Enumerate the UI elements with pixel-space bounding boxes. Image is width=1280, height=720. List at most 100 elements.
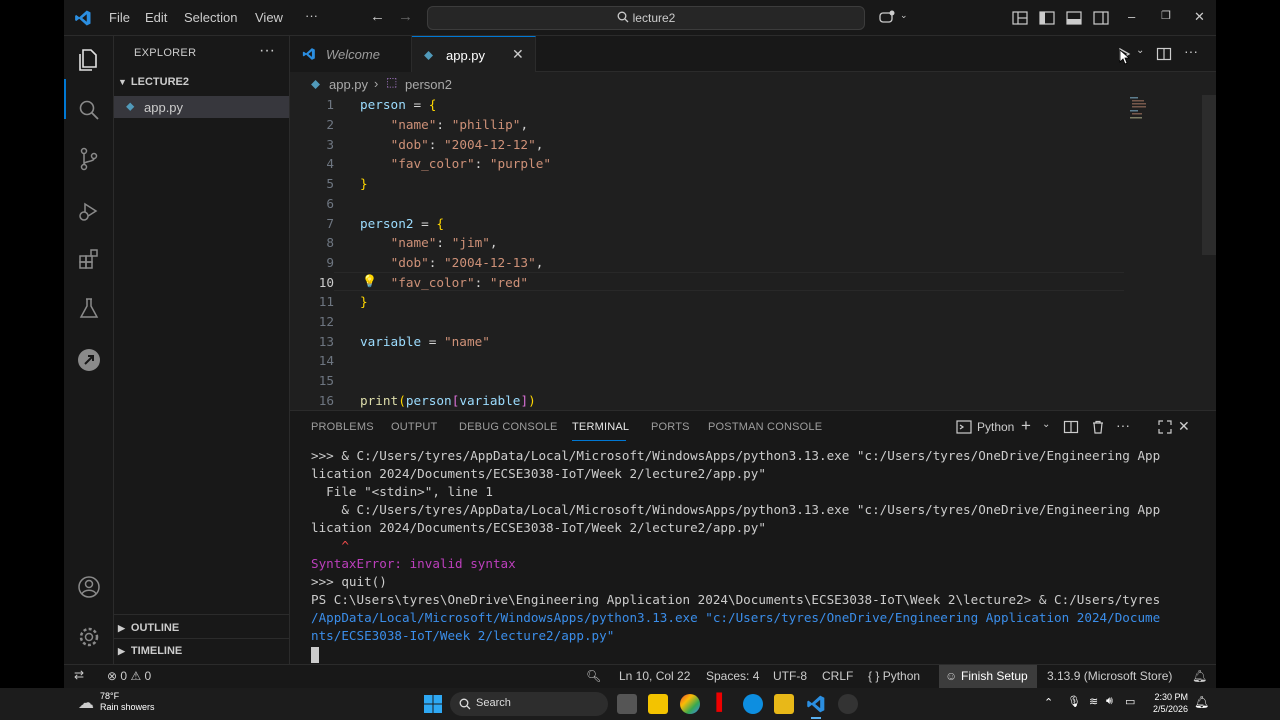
remote-icon[interactable]: ⇄ xyxy=(74,668,84,682)
command-center-search[interactable]: lecture2 xyxy=(427,6,865,30)
more-actions-icon[interactable]: ··· xyxy=(1184,43,1198,59)
split-editor-icon[interactable] xyxy=(1156,46,1172,62)
tab-app-py[interactable]: ⬥ app.py ✕ xyxy=(412,36,536,72)
tab-postman-console[interactable]: POSTMAN CONSOLE xyxy=(708,421,822,433)
file-app-py[interactable]: ⬥ app.py xyxy=(114,96,289,118)
error-count: 0 xyxy=(120,669,128,683)
code-line: } xyxy=(360,176,368,191)
line-number: 12 xyxy=(318,314,334,329)
folder-lecture2[interactable]: ▼ LECTURE2 xyxy=(118,76,189,88)
tab-ports[interactable]: PORTS xyxy=(651,421,690,433)
back-arrow-icon[interactable]: ← xyxy=(370,8,385,25)
notifications-bell-icon[interactable]: 🔔︎ xyxy=(1194,695,1209,709)
gear-icon[interactable] xyxy=(76,624,102,650)
explorer-icon[interactable] xyxy=(76,47,102,73)
line-ending[interactable]: CRLF xyxy=(822,669,853,683)
tab-terminal[interactable]: TERMINAL xyxy=(572,421,629,433)
variable-symbol-icon: ⬚ xyxy=(386,75,398,89)
copilot-icon[interactable] xyxy=(878,9,896,27)
indentation[interactable]: Spaces: 4 xyxy=(706,669,759,683)
timeline-section[interactable]: ▶ TIMELINE xyxy=(118,645,182,657)
terminal-line: >>> & C:/Users/tyres/AppData/Local/Micro… xyxy=(311,448,1161,463)
maximize-panel-icon[interactable] xyxy=(1157,419,1173,435)
chevron-down-icon[interactable]: ⌄ xyxy=(900,10,918,28)
problems-indicator[interactable]: ⊗ 0 ⚠ 0 xyxy=(107,669,151,683)
folder-icon[interactable] xyxy=(774,694,794,714)
zoom-icon[interactable]: 🔍︎ xyxy=(586,669,601,683)
breadcrumb-symbol[interactable]: person2 xyxy=(405,77,452,92)
menu-view[interactable]: View xyxy=(255,10,283,25)
more-actions-icon[interactable]: ··· xyxy=(259,42,275,60)
chrome-icon[interactable] xyxy=(680,694,700,714)
toggle-panel-icon[interactable] xyxy=(1065,9,1083,27)
notifications-bell-icon[interactable]: 🔔︎ xyxy=(1192,669,1207,683)
breadcrumb-file[interactable]: app.py xyxy=(329,77,368,92)
minimize-icon[interactable]: – xyxy=(1128,9,1135,24)
close-window-icon[interactable]: ✕ xyxy=(1194,9,1205,25)
more-actions-icon[interactable]: ··· xyxy=(1116,417,1130,433)
weather-widget[interactable]: 78°F Rain showers xyxy=(100,691,155,713)
task-view-icon[interactable] xyxy=(617,694,637,714)
close-tab-icon[interactable]: ✕ xyxy=(512,46,524,63)
minimap[interactable] xyxy=(1130,97,1148,119)
line-number: 6 xyxy=(326,196,334,211)
volume-icon[interactable]: 🔊︎ xyxy=(1106,695,1113,708)
trash-icon[interactable] xyxy=(1090,419,1106,435)
tab-output[interactable]: OUTPUT xyxy=(391,421,437,433)
code-editor[interactable]: 1 2 3 4 5 6 7 8 9 10 11 12 13 14 15 16 p… xyxy=(290,95,1216,410)
customize-layout-icon[interactable] xyxy=(1011,9,1029,27)
close-panel-icon[interactable]: ✕ xyxy=(1178,418,1190,435)
workspace-name: lecture2 xyxy=(632,11,676,25)
source-control-icon[interactable] xyxy=(76,146,102,172)
menu-file[interactable]: File xyxy=(109,10,130,25)
menu-edit[interactable]: Edit xyxy=(145,10,167,25)
toggle-sidebar-icon[interactable] xyxy=(1038,9,1056,27)
windows-start-icon[interactable] xyxy=(423,694,443,714)
system-clock[interactable]: 2:30 PM 2/5/2026 xyxy=(1146,691,1188,715)
testing-icon[interactable] xyxy=(76,296,102,322)
terminal-output[interactable]: >>> & C:/Users/tyres/AppData/Local/Micro… xyxy=(311,447,1206,663)
menu-selection[interactable]: Selection xyxy=(184,10,237,25)
run-debug-icon[interactable] xyxy=(76,198,102,224)
restore-icon[interactable]: ❐ xyxy=(1161,9,1171,22)
file-explorer-icon[interactable] xyxy=(648,694,668,714)
chevron-down-icon[interactable]: ⌄ xyxy=(1136,45,1144,56)
postman-icon[interactable] xyxy=(76,347,102,373)
taskbar-search[interactable]: Search xyxy=(450,692,608,716)
edge-icon[interactable] xyxy=(743,694,763,714)
wifi-icon[interactable]: ≋ xyxy=(1089,695,1098,708)
add-terminal-icon[interactable]: + xyxy=(1021,416,1031,436)
battery-icon[interactable]: ▭ xyxy=(1125,695,1135,708)
language-mode[interactable]: { } Python xyxy=(868,669,920,683)
outline-section[interactable]: ▶ OUTLINE xyxy=(118,622,179,634)
chevron-up-icon[interactable]: ⌃ xyxy=(1044,696,1053,709)
cursor-position[interactable]: Ln 10, Col 22 xyxy=(619,669,690,683)
tab-debug-console[interactable]: DEBUG CONSOLE xyxy=(459,421,558,433)
terminal-line: PS C:\Users\tyres\OneDrive\Engineering A… xyxy=(311,592,1161,607)
vscode-logo-icon xyxy=(302,48,315,60)
divider xyxy=(114,638,290,639)
toggle-secondary-sidebar-icon[interactable] xyxy=(1092,9,1110,27)
forward-arrow-icon[interactable]: → xyxy=(398,8,413,25)
search-icon[interactable] xyxy=(76,97,102,123)
app-icon[interactable]: ▌ xyxy=(712,694,732,714)
editor-scrollbar[interactable] xyxy=(1202,95,1216,255)
chevron-down-icon[interactable]: ⌄ xyxy=(1042,419,1050,430)
line-number: 1 xyxy=(326,97,334,112)
terminal-shell-name[interactable]: Python xyxy=(977,420,1014,434)
python-file-icon: ⬥ xyxy=(126,99,135,113)
finish-setup-button[interactable]: ☺ Finish Setup xyxy=(939,665,1037,688)
python-interpreter[interactable]: 3.13.9 (Microsoft Store) xyxy=(1047,669,1172,683)
vscode-taskbar-icon[interactable] xyxy=(806,694,826,714)
menu-more[interactable]: ··· xyxy=(305,8,318,23)
error-icon: ⊗ xyxy=(107,669,118,683)
app-icon[interactable] xyxy=(838,694,858,714)
chevron-right-icon: › xyxy=(374,76,379,91)
encoding[interactable]: UTF-8 xyxy=(773,669,807,683)
microphone-icon[interactable]: 🎙︎ xyxy=(1067,695,1081,708)
tab-problems[interactable]: PROBLEMS xyxy=(311,421,374,433)
account-icon[interactable] xyxy=(76,574,102,600)
split-terminal-icon[interactable] xyxy=(1063,419,1079,435)
extensions-icon[interactable] xyxy=(76,247,102,273)
tab-welcome[interactable]: Welcome xyxy=(290,36,412,72)
